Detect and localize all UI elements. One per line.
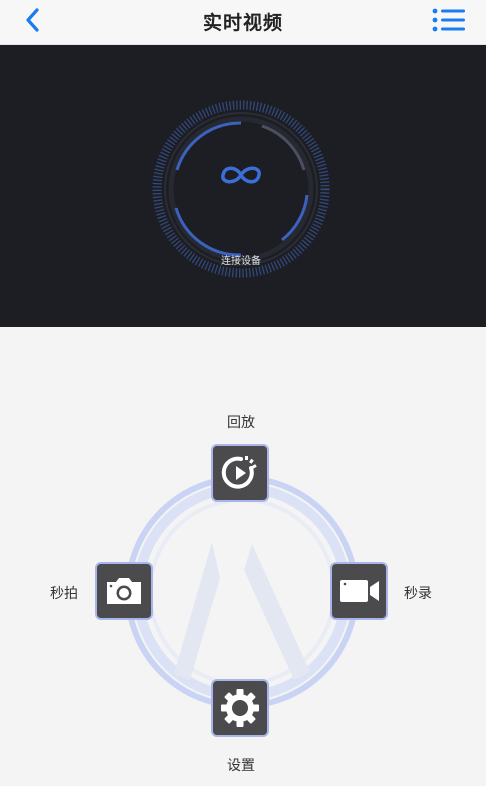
snapshot-label: 秒拍 xyxy=(50,586,78,602)
settings-button[interactable] xyxy=(211,679,269,737)
gear-icon xyxy=(221,689,259,727)
control-panel: 回放 秒拍 秒录 设置 xyxy=(0,327,486,786)
video-view: 连接设备 xyxy=(0,45,486,327)
snapshot-button[interactable] xyxy=(95,562,153,620)
record-button[interactable] xyxy=(330,562,388,620)
record-label: 秒录 xyxy=(404,586,432,602)
connect-device-button[interactable] xyxy=(215,160,267,190)
link-icon xyxy=(221,166,261,184)
header-bar: 实时视频 xyxy=(0,0,486,45)
settings-label: 设置 xyxy=(227,758,255,774)
page-title: 实时视频 xyxy=(202,12,283,34)
wheel-emblem-icon xyxy=(125,475,359,709)
list-icon xyxy=(432,8,465,32)
playback-button[interactable] xyxy=(211,444,269,502)
menu-button[interactable] xyxy=(430,6,466,34)
camera-icon xyxy=(107,578,141,604)
playback-icon xyxy=(221,456,257,489)
playback-label: 回放 xyxy=(227,415,255,431)
connect-label: 连接设备 xyxy=(221,256,261,267)
control-wheel-background xyxy=(124,474,360,710)
video-camera-icon xyxy=(340,580,379,602)
